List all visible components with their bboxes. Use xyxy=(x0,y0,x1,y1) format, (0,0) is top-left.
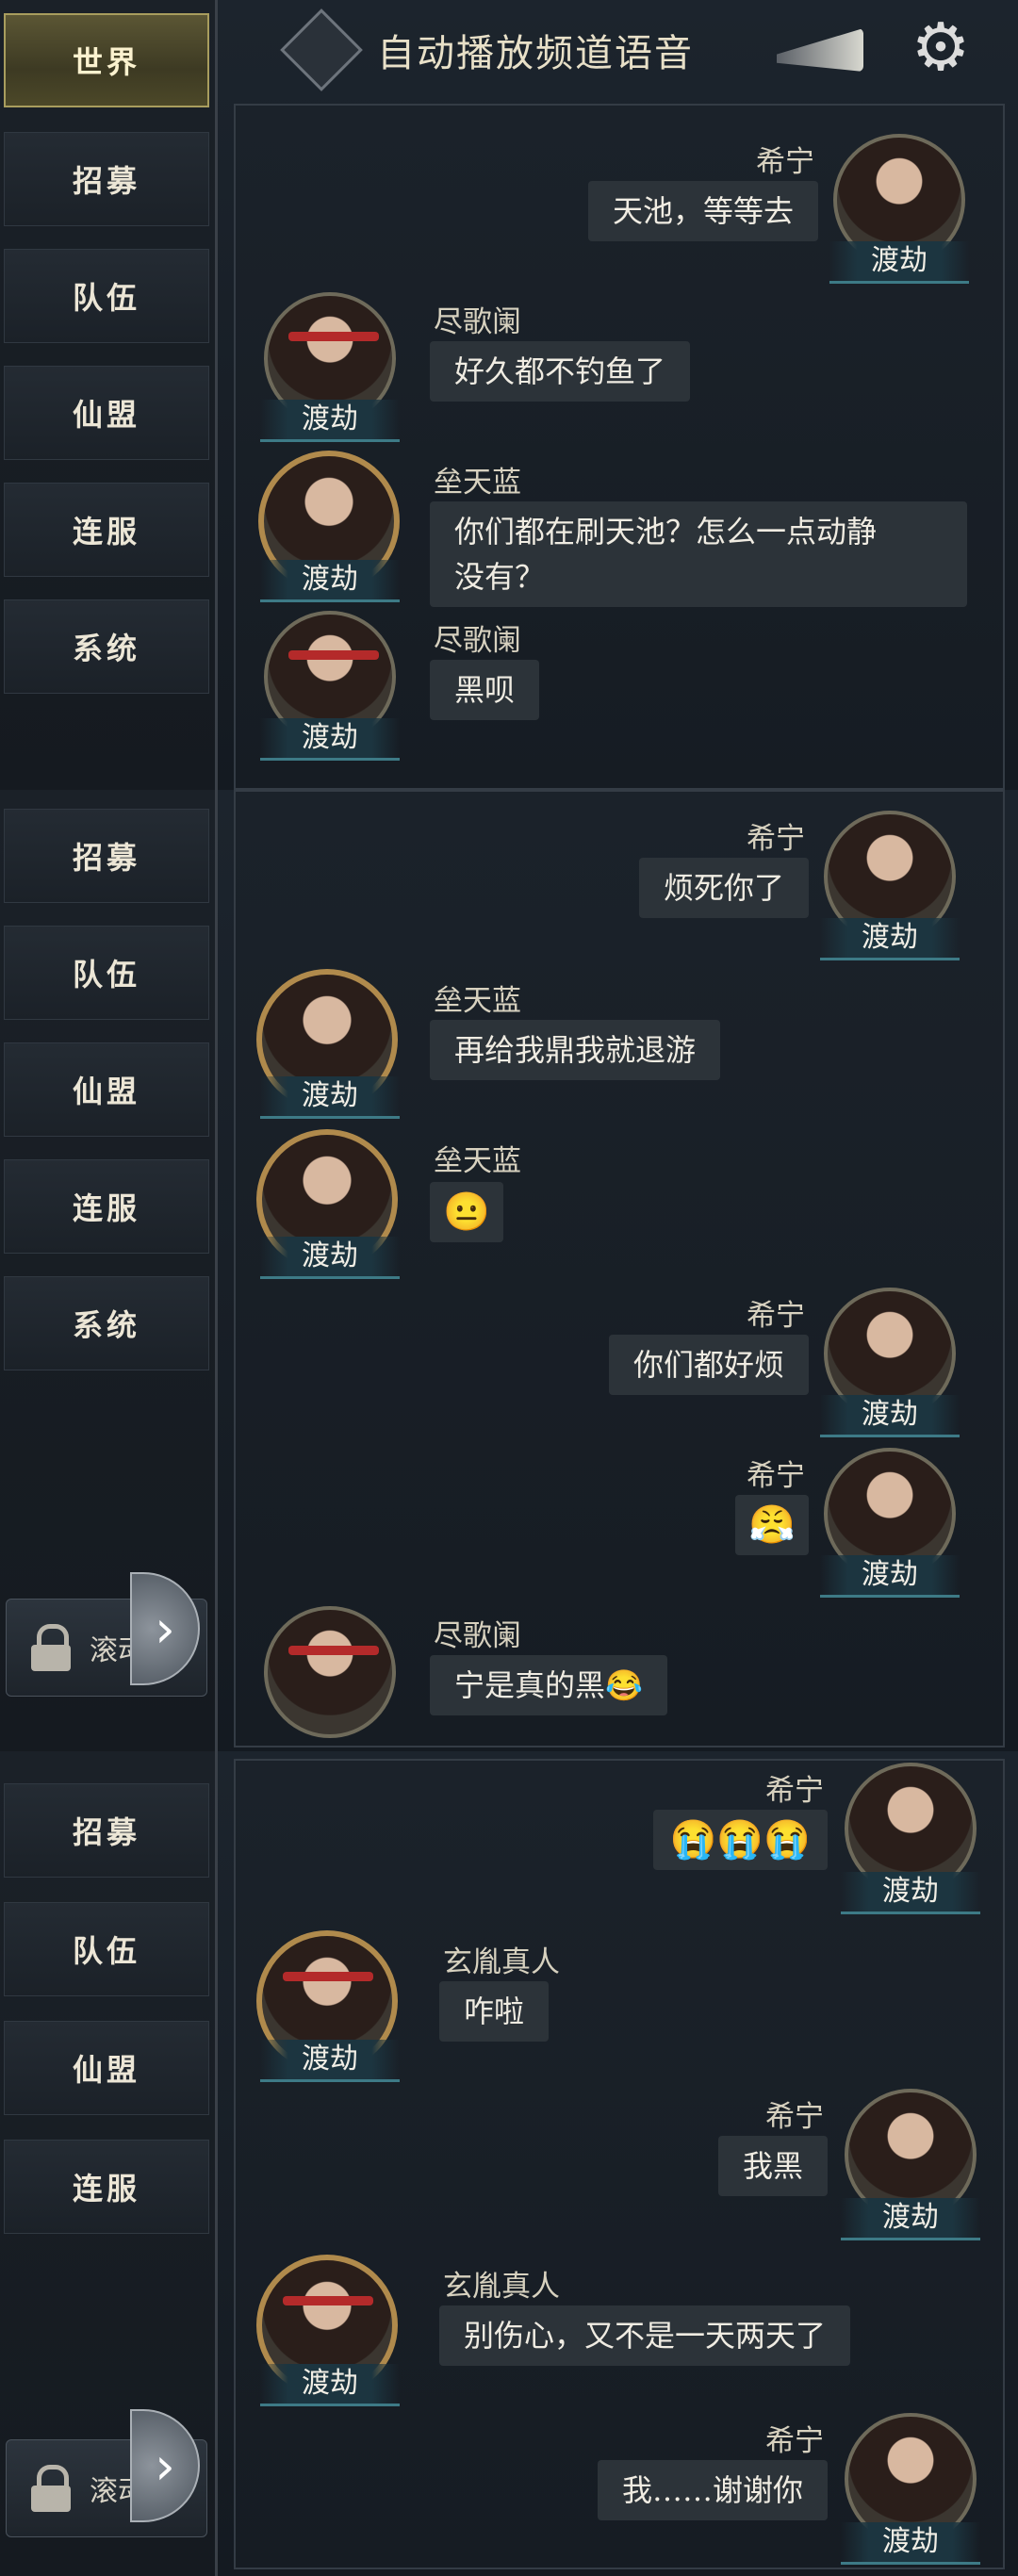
rank-tag: 渡劫 xyxy=(820,918,960,960)
message-bubble: 咋啦 xyxy=(439,1981,550,2042)
emoji-bubble: 😐 xyxy=(430,1182,503,1242)
sender-name: 希宁 xyxy=(765,1774,824,1808)
tab-team[interactable]: 队伍 xyxy=(4,926,209,1020)
screenshot-section-1: 世界 招募 队伍 仙盟 连服 系统 自动播放频道语音 ⚙ 希宁 天池，等等去 渡… xyxy=(0,0,1018,790)
tab-recruit[interactable]: 招募 xyxy=(4,1783,209,1878)
tab-recruit[interactable]: 招募 xyxy=(4,809,209,903)
tab-team[interactable]: 队伍 xyxy=(4,1902,209,1996)
chat-panel[interactable]: 希宁 😭😭😭 渡劫 渡劫 玄胤真人 咋啦 希宁 我黑 渡劫 渡劫 玄胤真人 别伤… xyxy=(234,1759,1005,2569)
channel-sidebar: 招募 队伍 仙盟 连服 滚动 › xyxy=(0,1751,218,2576)
lock-icon xyxy=(31,2465,71,2512)
sender-name: 垒天蓝 xyxy=(434,1144,521,1178)
rank-tag: 渡劫 xyxy=(820,1395,960,1437)
rank-tag: 渡劫 xyxy=(260,2040,400,2082)
tab-cross-server[interactable]: 连服 xyxy=(4,2140,209,2234)
rank-tag: 渡劫 xyxy=(820,1555,960,1598)
sender-name: 希宁 xyxy=(765,2424,824,2458)
channel-sidebar: 世界 招募 队伍 仙盟 连服 系统 xyxy=(0,0,218,790)
message-bubble: 你们都在刷天池？怎么一点动静 没有？ xyxy=(430,501,967,607)
message-bubble: 你们都好烦 xyxy=(608,1335,809,1395)
sender-name: 尽歌阑 xyxy=(434,624,521,658)
rank-tag: 渡劫 xyxy=(260,560,400,602)
sender-name: 尽歌阑 xyxy=(434,305,521,339)
chat-panel[interactable]: 希宁 烦死你了 渡劫 渡劫 垒天蓝 再给我鼎我就退游 渡劫 垒天蓝 😐 希宁 你… xyxy=(234,790,1005,1747)
auto-play-voice-label[interactable]: 自动播放频道语音 xyxy=(377,23,694,77)
sender-name: 垒天蓝 xyxy=(434,466,521,500)
rank-tag: 渡劫 xyxy=(841,2522,980,2565)
tab-system[interactable]: 系统 xyxy=(4,1276,209,1370)
tab-system[interactable]: 系统 xyxy=(4,599,209,694)
rank-tag: 渡劫 xyxy=(260,1237,400,1279)
gear-icon[interactable]: ⚙ xyxy=(907,13,975,81)
emoji-bubble: 😭😭😭 xyxy=(652,1810,828,1870)
rank-tag: 渡劫 xyxy=(841,2198,980,2240)
message-bubble: 我……谢谢你 xyxy=(597,2460,828,2520)
sender-name: 希宁 xyxy=(747,1299,805,1333)
message-bubble: 天池，等等去 xyxy=(587,181,818,241)
tab-cross-server[interactable]: 连服 xyxy=(4,1159,209,1254)
message-bubble: 好久都不钓鱼了 xyxy=(430,341,691,402)
lock-icon xyxy=(31,1624,71,1671)
tab-recruit[interactable]: 招募 xyxy=(4,132,209,226)
screenshot-section-2: 招募 队伍 仙盟 连服 系统 滚动 › 希宁 烦死你了 渡劫 渡劫 垒天蓝 再给… xyxy=(0,790,1018,1751)
screenshot-section-3: 招募 队伍 仙盟 连服 滚动 › 希宁 😭😭😭 渡劫 渡劫 玄胤真人 咋啦 希宁… xyxy=(0,1751,1018,2576)
message-bubble: 再给我鼎我就退游 xyxy=(430,1020,721,1080)
sender-name: 尽歌阑 xyxy=(434,1619,521,1653)
tab-sect[interactable]: 仙盟 xyxy=(4,366,209,460)
tab-sect[interactable]: 仙盟 xyxy=(4,1042,209,1137)
message-bubble: 黑呗 xyxy=(430,660,540,720)
channel-sidebar: 招募 队伍 仙盟 连服 系统 滚动 › xyxy=(0,790,218,1751)
sender-name: 希宁 xyxy=(756,145,814,179)
sender-name: 希宁 xyxy=(747,1459,805,1493)
rank-tag: 渡劫 xyxy=(841,1872,980,1914)
emoji-bubble: 😤 xyxy=(735,1495,809,1555)
sender-name: 希宁 xyxy=(765,2100,824,2134)
message-bubble: 别伤心，又不是一天两天了 xyxy=(439,2305,851,2366)
message-bubble: 我黑 xyxy=(717,2136,828,2196)
rank-tag: 渡劫 xyxy=(260,718,400,761)
message-bubble: 宁是真的黑😂 xyxy=(430,1655,667,1715)
tab-team[interactable]: 队伍 xyxy=(4,249,209,343)
rank-tag: 渡劫 xyxy=(260,2364,400,2406)
chat-panel[interactable]: 希宁 天池，等等去 渡劫 渡劫 尽歌阑 好久都不钓鱼了 渡劫 垒天蓝 你们都在刷… xyxy=(234,104,1005,790)
sender-name: 玄胤真人 xyxy=(443,1945,560,1979)
top-bar: 自动播放频道语音 ⚙ xyxy=(0,0,1018,106)
avatar[interactable] xyxy=(264,1606,396,1738)
message-bubble: 烦死你了 xyxy=(638,858,809,918)
rank-tag: 渡劫 xyxy=(260,400,400,442)
tab-sect[interactable]: 仙盟 xyxy=(4,2021,209,2115)
sender-name: 希宁 xyxy=(747,822,805,856)
diamond-icon[interactable] xyxy=(280,8,363,91)
rank-tag: 渡劫 xyxy=(260,1076,400,1119)
rank-tag: 渡劫 xyxy=(829,241,969,284)
sender-name: 垒天蓝 xyxy=(434,984,521,1018)
sender-name: 玄胤真人 xyxy=(443,2270,560,2304)
tab-cross-server[interactable]: 连服 xyxy=(4,483,209,577)
horn-icon[interactable] xyxy=(777,28,863,72)
